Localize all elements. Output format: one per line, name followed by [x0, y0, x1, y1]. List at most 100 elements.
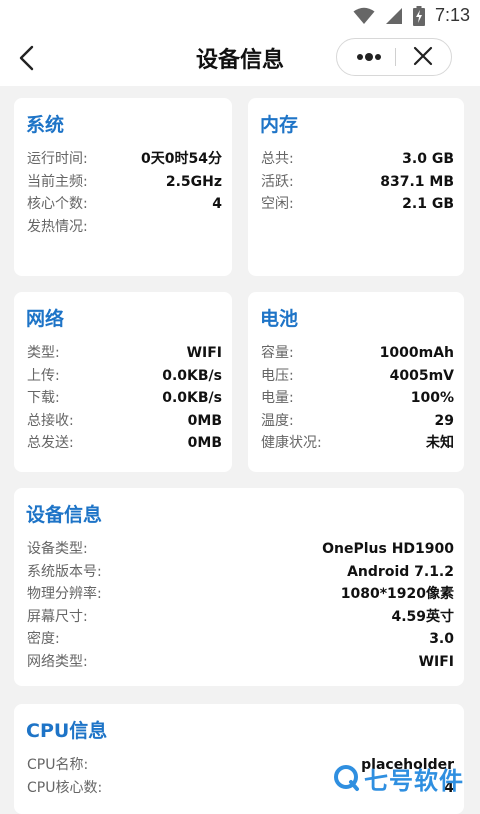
device-info-card: 设备信息 设备类型: OnePlus HD1900 系统版本号: Android 7… [14, 488, 464, 686]
row-label: 总发送: [27, 435, 74, 451]
info-row: 密度: 3.0 [27, 628, 454, 651]
info-row: 核心个数: 4 [27, 193, 222, 216]
row-label: 活跃: [261, 173, 294, 190]
network-card: 网络 类型: WIFI 上传: 0.0KB/s 下载: 0.0KB/s 总接收: 0MB… [14, 292, 232, 472]
status-bar: 7:13 [0, 0, 480, 30]
card-title: 系统 [26, 114, 65, 136]
memory-card: 内存 总共: 3.0 GB 活跃: 837.1 MB 空闲: 2.1 GB [248, 98, 464, 276]
row-value: 未知 [426, 435, 454, 451]
more-dots-icon [357, 53, 381, 61]
row-value: WIFI [186, 345, 222, 361]
mini-program-capsule [336, 38, 452, 76]
info-row: 总共: 3.0 GB [261, 148, 454, 171]
row-label: 密度: [27, 631, 60, 647]
row-label: CPU名称: [27, 757, 89, 773]
row-label: 屏幕尺寸: [27, 608, 88, 625]
row-value: OnePlus HD1900 [322, 541, 454, 557]
signal-icon [385, 7, 402, 24]
info-row: 设备类型: OnePlus HD1900 [27, 538, 454, 561]
info-row: 系统版本号: Android 7.1.2 [27, 561, 454, 584]
info-row: 电量: 100% [261, 387, 454, 410]
info-row: 温度: 29 [261, 410, 454, 433]
row-label: 系统版本号: [27, 563, 102, 580]
row-value: 3.0 GB [402, 151, 454, 167]
battery-card: 电池 容量: 1000mAh 电压: 4005mV 电量: 100% 温度: 29 健康… [248, 292, 464, 472]
info-row: 活跃: 837.1 MB [261, 171, 454, 194]
network-rows: 类型: WIFI 上传: 0.0KB/s 下载: 0.0KB/s 总接收: 0MB 总发… [27, 342, 222, 455]
info-row: 当前主频: 2.5GHz [27, 171, 222, 194]
card-title: CPU信息 [26, 720, 108, 742]
info-row: 屏幕尺寸: 4.59英寸 [27, 606, 454, 629]
close-button[interactable] [401, 39, 445, 75]
row-label: 当前主频: [27, 173, 88, 190]
info-row: 类型: WIFI [27, 342, 222, 365]
row-label: 物理分辨率: [27, 586, 102, 602]
row-label: 设备类型: [27, 541, 88, 557]
info-row: 电压: 4005mV [261, 365, 454, 388]
watermark-logo-icon [334, 765, 359, 791]
memory-rows: 总共: 3.0 GB 活跃: 837.1 MB 空闲: 2.1 GB [261, 148, 454, 216]
row-value: 4 [212, 196, 222, 212]
row-label: 发热情况: [27, 218, 88, 235]
row-value: 4005mV [389, 367, 454, 384]
row-label: CPU核心数: [27, 779, 103, 796]
card-title: 网络 [26, 308, 65, 330]
info-row: 容量: 1000mAh [261, 342, 454, 365]
row-value: 2.5GHz [165, 173, 222, 190]
row-value: WIFI [418, 653, 454, 670]
row-label: 上传: [27, 367, 60, 384]
chevron-left-icon [19, 45, 34, 71]
row-label: 电量: [261, 390, 294, 406]
row-value: 0MB [187, 412, 222, 429]
row-value: 0.0KB/s [162, 367, 222, 384]
row-label: 容量: [261, 345, 294, 361]
row-label: 健康状况: [261, 435, 322, 451]
status-time: 7:13 [434, 5, 470, 25]
row-label: 网络类型: [27, 653, 88, 670]
info-row: 健康状况: 未知 [261, 432, 454, 455]
wifi-icon [353, 7, 375, 24]
capsule-divider [395, 48, 396, 66]
info-row: 发热情况: [27, 216, 222, 239]
row-label: 温度: [261, 412, 294, 429]
battery-charging-icon [412, 5, 425, 26]
row-value: 4.59英寸 [391, 608, 454, 625]
row-value: 837.1 MB [380, 173, 454, 190]
row-value: 1080*1920像素 [340, 586, 454, 602]
row-label: 类型: [27, 345, 60, 361]
card-title: 内存 [260, 114, 299, 136]
row-value: 100% [410, 390, 454, 406]
row-label: 下载: [27, 390, 60, 406]
row-value: 1000mAh [379, 345, 454, 361]
info-row: 物理分辨率: 1080*1920像素 [27, 583, 454, 606]
device-rows: 设备类型: OnePlus HD1900 系统版本号: Android 7.1.2 … [27, 538, 454, 673]
row-value: Android 7.1.2 [347, 563, 454, 580]
info-row: 运行时间: 0天0时54分 [27, 148, 222, 171]
row-label: 运行时间: [27, 151, 88, 167]
info-row: 上传: 0.0KB/s [27, 365, 222, 388]
card-title: 设备信息 [26, 504, 103, 526]
status-icons: 7:13 [353, 5, 470, 26]
card-title: 电池 [260, 308, 299, 330]
back-button[interactable] [14, 44, 42, 72]
info-row: 网络类型: WIFI [27, 651, 454, 674]
system-rows: 运行时间: 0天0时54分 当前主频: 2.5GHz 核心个数: 4 发热情况: [27, 148, 222, 238]
row-value: 3.0 [429, 631, 454, 647]
row-label: 总共: [261, 151, 294, 167]
watermark: 七号软件 [332, 756, 480, 800]
info-row: 总接收: 0MB [27, 410, 222, 433]
row-value: 0天0时54分 [141, 151, 222, 167]
watermark-text: 七号软件 [364, 766, 464, 795]
row-label: 电压: [261, 367, 294, 384]
row-label: 核心个数: [27, 196, 88, 212]
row-label: 空闲: [261, 196, 294, 212]
row-label: 总接收: [27, 412, 74, 429]
row-value: 29 [434, 412, 454, 429]
nav-bar: 设备信息 [0, 30, 480, 86]
battery-rows: 容量: 1000mAh 电压: 4005mV 电量: 100% 温度: 29 健康状况:… [261, 342, 454, 455]
system-card: 系统 运行时间: 0天0时54分 当前主频: 2.5GHz 核心个数: 4 发热情况: [14, 98, 232, 276]
row-value: 2.1 GB [402, 196, 454, 212]
info-row: 下载: 0.0KB/s [27, 387, 222, 410]
close-icon [413, 46, 433, 66]
more-button[interactable] [345, 39, 393, 75]
